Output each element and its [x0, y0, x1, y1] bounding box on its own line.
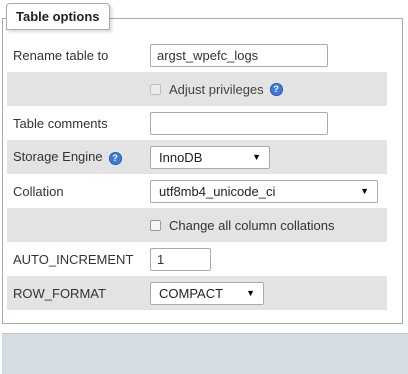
storage-engine-value: InnoDB: [159, 149, 203, 165]
table-comments-label: Table comments: [13, 115, 108, 131]
chevron-down-icon: ▼: [360, 186, 369, 196]
rename-table-row: Rename table to: [7, 38, 387, 72]
change-collations-label: Change all column collations: [169, 217, 335, 233]
table-comments-row: Table comments: [7, 106, 387, 140]
change-collations-checkbox[interactable]: [150, 219, 161, 231]
collation-row: Collation utf8mb4_unicode_ci ▼: [7, 174, 387, 208]
storage-engine-row: Storage Engine? InnoDB ▼: [7, 140, 387, 174]
auto-increment-label: AUTO_INCREMENT: [13, 251, 134, 267]
rename-table-input[interactable]: [150, 43, 328, 67]
row-format-field-wrap: COMPACT ▼: [150, 281, 264, 305]
storage-engine-field-wrap: InnoDB ▼: [150, 145, 270, 169]
table-comments-input[interactable]: [150, 111, 328, 135]
row-format-label: ROW_FORMAT: [13, 285, 106, 301]
table-options-fieldset: Rename table to Adjust privileges ? Tabl…: [2, 18, 403, 324]
storage-engine-label-wrap: Storage Engine?: [13, 149, 122, 165]
table-options-rows: Rename table to Adjust privileges ? Tabl…: [7, 38, 387, 310]
auto-increment-input[interactable]: [150, 247, 211, 271]
change-collations-row: Change all column collations: [7, 208, 387, 242]
table-comments-field-wrap: [150, 111, 328, 135]
table-options-legend: Table options: [6, 3, 110, 30]
chevron-down-icon: ▼: [246, 288, 255, 298]
collation-label: Collation: [13, 183, 64, 199]
rename-table-field-wrap: [150, 43, 328, 67]
help-icon[interactable]: ?: [269, 82, 283, 96]
adjust-privileges-line: Adjust privileges ?: [150, 82, 283, 97]
storage-engine-label: Storage Engine: [13, 149, 103, 165]
chevron-down-icon: ▼: [252, 152, 261, 162]
collation-value: utf8mb4_unicode_ci: [159, 183, 276, 199]
storage-engine-select[interactable]: InnoDB ▼: [150, 145, 270, 169]
row-format-select[interactable]: COMPACT ▼: [150, 281, 264, 305]
help-icon[interactable]: ?: [108, 151, 122, 165]
change-collations-line: Change all column collations: [150, 218, 334, 233]
row-format-value: COMPACT: [159, 285, 224, 301]
collation-field-wrap: utf8mb4_unicode_ci ▼: [150, 179, 378, 203]
adjust-privileges-row: Adjust privileges ?: [7, 72, 387, 106]
row-format-row: ROW_FORMAT COMPACT ▼: [7, 276, 387, 310]
auto-increment-row: AUTO_INCREMENT: [7, 242, 387, 276]
adjust-privileges-checkbox[interactable]: [150, 83, 161, 95]
rename-table-label: Rename table to: [13, 47, 109, 63]
collation-select[interactable]: utf8mb4_unicode_ci ▼: [150, 179, 378, 203]
auto-increment-field-wrap: [150, 247, 211, 271]
adjust-privileges-label: Adjust privileges: [169, 81, 264, 97]
table-options-page: Rename table to Adjust privileges ? Tabl…: [0, 0, 408, 374]
footer-bar: [2, 333, 408, 374]
